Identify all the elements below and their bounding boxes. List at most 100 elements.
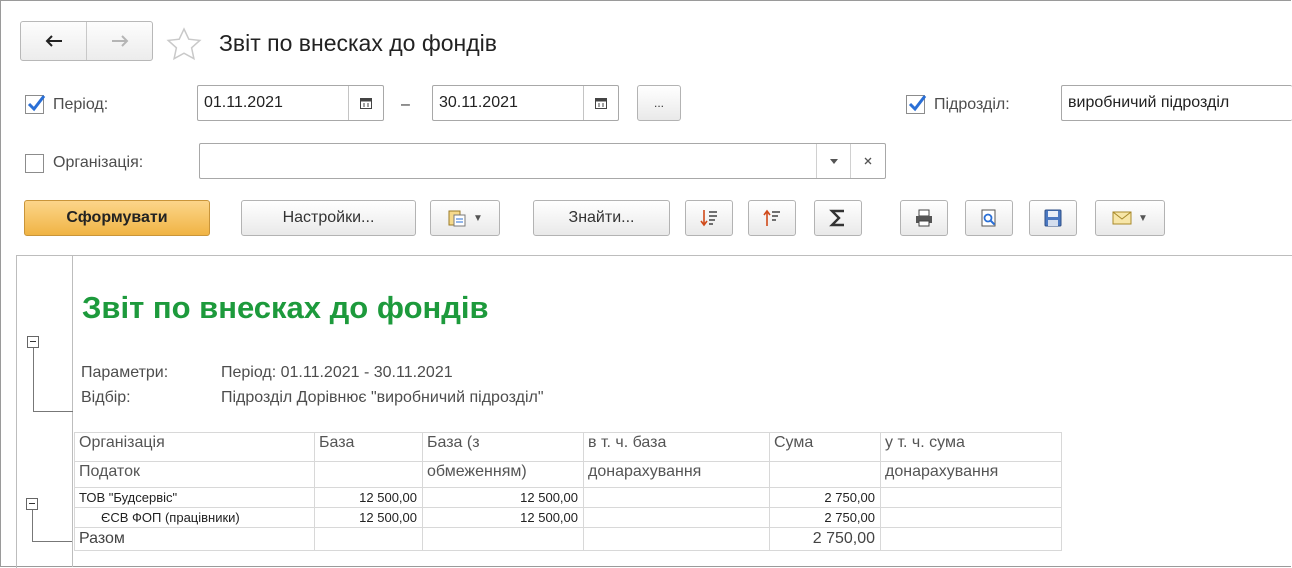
- collapse-minus-icon[interactable]: [26, 498, 38, 510]
- print-button[interactable]: [900, 200, 948, 236]
- sigma-icon: [829, 209, 844, 227]
- collapse-minus-icon[interactable]: [27, 336, 39, 348]
- generate-button[interactable]: Сформувати: [24, 200, 210, 236]
- base-extra-cell: [583, 507, 770, 528]
- period-to-field[interactable]: 30.11.2021: [432, 85, 619, 121]
- organization-dropdown-button[interactable]: [816, 144, 851, 178]
- group-bracket-line: [32, 541, 72, 542]
- sum-extra-cell: [880, 487, 1062, 508]
- group-bracket-line: [33, 411, 73, 412]
- organization-label: Організація:: [53, 154, 144, 171]
- window-title: Звіт по внесках до фондів: [219, 30, 498, 56]
- group-bracket-line: [32, 510, 33, 541]
- chevron-down-icon: [830, 158, 838, 164]
- base-limited-cell: 12 500,00: [422, 507, 584, 528]
- navigation-buttons: [20, 21, 153, 61]
- period-from-calendar-button[interactable]: [348, 86, 383, 120]
- empty-cell: [314, 527, 423, 551]
- table-header-cell: Сума: [769, 432, 881, 462]
- calendar-icon: [360, 98, 372, 109]
- base-cell: 12 500,00: [314, 507, 423, 528]
- sort-ascending-button[interactable]: [748, 200, 796, 236]
- arrow-right-icon: [111, 35, 128, 47]
- close-icon: [864, 157, 872, 165]
- table-header-row: Податок обмеженням) донарахування донара…: [74, 461, 1062, 488]
- table-header-row: Організація База База (з в т. ч. база Су…: [74, 432, 1062, 462]
- table-header-cell: у т. ч. сума: [880, 432, 1062, 462]
- print-preview-button[interactable]: [965, 200, 1013, 236]
- report-title: Звіт по внесках до фондів: [82, 290, 489, 325]
- base-cell: 12 500,00: [314, 487, 423, 508]
- sum-cell: 2 750,00: [769, 487, 881, 508]
- calendar-icon: [595, 98, 607, 109]
- chevron-down-icon: ▼: [1138, 212, 1148, 224]
- checkmark-icon: [27, 95, 46, 112]
- subdivision-label: Підрозділ:: [934, 96, 1010, 113]
- arrow-left-icon: [45, 35, 62, 47]
- total-label: Разом: [74, 527, 315, 551]
- subdivision-field[interactable]: виробничий підрозділ: [1061, 85, 1292, 121]
- report-variants-icon: [448, 210, 466, 227]
- filter-value: Підрозділ Дорівнює "виробничий підрозділ…: [221, 389, 544, 406]
- table-header-cell: обмеженням): [422, 461, 584, 488]
- checkmark-icon: [908, 95, 927, 112]
- empty-cell: [422, 527, 584, 551]
- star-icon[interactable]: [164, 26, 204, 62]
- period-from-value: 01.11.2021: [204, 94, 283, 111]
- report-variants-button[interactable]: ▼: [430, 200, 500, 236]
- report-table: Організація База База (з в т. ч. база Су…: [74, 432, 1062, 551]
- table-header-cell: в т. ч. база: [583, 432, 770, 462]
- sum-extra-cell: [880, 507, 1062, 528]
- subdivision-value: виробничий підрозділ: [1068, 94, 1230, 111]
- params-label: Параметри:: [81, 364, 169, 381]
- table-header-cell: База (з: [422, 432, 584, 462]
- printer-icon: [916, 209, 932, 227]
- back-button[interactable]: [21, 22, 86, 60]
- filter-label: Відбір:: [81, 389, 131, 406]
- table-header-cell: [314, 461, 423, 488]
- organization-field[interactable]: [199, 143, 886, 179]
- empty-cell: [880, 527, 1062, 551]
- table-total-row: Разом 2 750,00: [74, 527, 1062, 551]
- subdivision-checkbox[interactable]: [906, 95, 927, 114]
- table-row[interactable]: ЄСВ ФОП (працівники) 12 500,00 12 500,00…: [74, 507, 1062, 528]
- chevron-down-icon: ▼: [473, 212, 483, 224]
- period-from-field[interactable]: 01.11.2021: [197, 85, 384, 121]
- base-limited-cell: 12 500,00: [422, 487, 584, 508]
- params-value: Період: 01.11.2021 - 30.11.2021: [221, 364, 453, 381]
- tax-cell: ЄСВ ФОП (працівники): [74, 507, 315, 528]
- send-email-button[interactable]: ▼: [1095, 200, 1165, 236]
- table-header-cell: Податок: [74, 461, 315, 488]
- table-header-cell: Організація: [74, 432, 315, 462]
- sum-cell: 2 750,00: [769, 507, 881, 528]
- organization-cell: ТОВ "Будсервіс": [74, 487, 315, 508]
- table-header-cell: донарахування: [880, 461, 1062, 488]
- period-dash: –: [401, 96, 410, 113]
- find-button[interactable]: Знайти...: [533, 200, 670, 236]
- table-header-cell: База: [314, 432, 423, 462]
- base-extra-cell: [583, 487, 770, 508]
- organization-clear-button[interactable]: [850, 144, 885, 178]
- sort-descending-button[interactable]: [685, 200, 733, 236]
- table-header-cell: донарахування: [583, 461, 770, 488]
- period-to-calendar-button[interactable]: [583, 86, 618, 120]
- floppy-disk-icon: [1044, 209, 1062, 227]
- empty-cell: [583, 527, 770, 551]
- period-checkbox[interactable]: [25, 95, 46, 114]
- total-sum: 2 750,00: [769, 527, 881, 551]
- sort-ascending-icon: [763, 209, 780, 226]
- period-label: Період:: [53, 96, 109, 113]
- save-button[interactable]: [1029, 200, 1077, 236]
- forward-button[interactable]: [86, 22, 152, 60]
- sort-descending-icon: [700, 210, 717, 227]
- group-bracket-line: [33, 348, 34, 411]
- sum-button[interactable]: [814, 200, 862, 236]
- period-to-value: 30.11.2021: [439, 94, 518, 111]
- print-preview-icon: [981, 209, 996, 227]
- table-row[interactable]: ТОВ "Будсервіс" 12 500,00 12 500,00 2 75…: [74, 487, 1062, 508]
- organization-checkbox[interactable]: [25, 154, 44, 173]
- period-select-button[interactable]: ...: [637, 85, 681, 121]
- settings-button[interactable]: Настройки...: [241, 200, 416, 236]
- table-header-cell: [769, 461, 881, 488]
- envelope-icon: [1112, 211, 1132, 225]
